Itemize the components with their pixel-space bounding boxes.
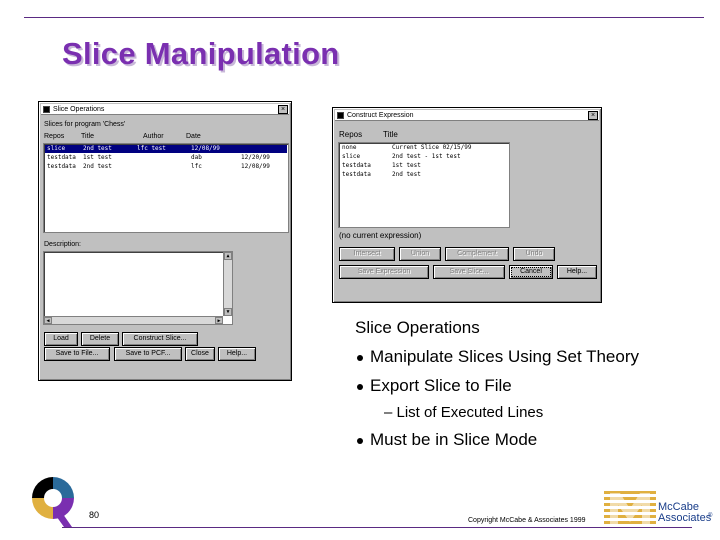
sub-bullet-item: – List of Executed Lines bbox=[384, 404, 544, 421]
bullet-dot bbox=[357, 355, 363, 361]
scroll-left-icon[interactable]: ◀ bbox=[44, 317, 52, 324]
description-label: Description: bbox=[44, 241, 81, 248]
list-item[interactable]: slice 2nd test - 1st test bbox=[340, 153, 508, 161]
close-button[interactable]: Close bbox=[185, 347, 215, 361]
brand-name-line2: Associates bbox=[658, 512, 712, 524]
slice-operations-window: Slice Operations × Slices for program 'C… bbox=[38, 101, 292, 381]
app-icon bbox=[43, 106, 50, 113]
bullets-heading: Slice Operations bbox=[355, 318, 480, 337]
description-vscrollbar[interactable]: ▲ ▼ bbox=[223, 252, 232, 316]
table-row[interactable]: slice 2nd test lfc test 12/08/99 bbox=[45, 145, 287, 153]
close-icon[interactable]: × bbox=[278, 105, 288, 114]
description-hscrollbar[interactable]: ◀ ▶ bbox=[44, 316, 223, 324]
construct-expression-title: Construct Expression bbox=[347, 112, 414, 119]
expression-status: (no current expression) bbox=[339, 231, 422, 240]
column-header-repos[interactable]: Repos bbox=[44, 133, 64, 140]
table-row[interactable]: testdata 1st test dab 12/20/99 bbox=[45, 154, 287, 162]
bottom-rule bbox=[62, 527, 692, 528]
table-row[interactable]: testdata 2nd test lfc 12/08/99 bbox=[45, 163, 287, 171]
column-header-title[interactable]: Title bbox=[81, 133, 94, 140]
mccabe-brand-logo: McCabe Associates ® bbox=[604, 489, 716, 529]
description-textarea[interactable]: ▲ ▼ ◀ ▶ bbox=[43, 251, 233, 325]
union-button[interactable]: Union bbox=[399, 247, 441, 261]
complement-button[interactable]: Complement bbox=[445, 247, 509, 261]
list-item[interactable]: none Current Slice 02/15/99 bbox=[340, 144, 508, 152]
bullet-item: Manipulate Slices Using Set Theory bbox=[370, 347, 639, 366]
save-to-file-button[interactable]: Save to File... bbox=[44, 347, 110, 361]
column-header-author[interactable]: Author bbox=[143, 133, 164, 140]
column-header-title[interactable]: Title bbox=[383, 130, 398, 139]
page-number: 80 bbox=[89, 510, 100, 520]
undo-button[interactable]: Undo bbox=[513, 247, 555, 261]
mccabe-q-logo-icon bbox=[28, 473, 78, 529]
intersect-button[interactable]: Intersect bbox=[339, 247, 395, 261]
mccabe-m-mark-icon bbox=[604, 491, 656, 524]
top-rule bbox=[24, 17, 704, 18]
bullet-item: Export Slice to File bbox=[370, 376, 512, 395]
save-expression-button[interactable]: Save Expression bbox=[339, 265, 429, 279]
registered-mark: ® bbox=[708, 513, 713, 519]
list-item[interactable]: testdata 2nd test bbox=[340, 171, 508, 179]
scroll-right-icon[interactable]: ▶ bbox=[215, 317, 223, 324]
copyright: Copyright McCabe & Associates 1999 bbox=[468, 517, 586, 524]
expression-slices-listbox[interactable]: none Current Slice 02/15/99 slice 2nd te… bbox=[338, 142, 510, 228]
help-button[interactable]: Help... bbox=[557, 265, 597, 279]
cancel-button[interactable]: Cancel bbox=[509, 265, 553, 279]
bullet-item: Must be in Slice Mode bbox=[370, 430, 538, 449]
slice-operations-title: Slice Operations bbox=[53, 106, 105, 113]
list-item[interactable]: testdata 1st test bbox=[340, 162, 508, 170]
construct-expression-window: Construct Expression × Repos Title none … bbox=[332, 107, 602, 303]
load-button[interactable]: Load bbox=[44, 332, 78, 346]
scroll-up-icon[interactable]: ▲ bbox=[224, 252, 232, 260]
construct-expression-titlebar[interactable]: Construct Expression × bbox=[335, 110, 599, 121]
bullet-dot bbox=[357, 384, 363, 390]
program-label: Slices for program 'Chess' bbox=[44, 121, 126, 128]
slice-operations-titlebar[interactable]: Slice Operations × bbox=[41, 104, 289, 115]
app-icon bbox=[337, 112, 344, 119]
close-icon[interactable]: × bbox=[588, 111, 598, 120]
slices-listbox[interactable]: slice 2nd test lfc test 12/08/99 testdat… bbox=[43, 143, 289, 233]
delete-button[interactable]: Delete bbox=[81, 332, 119, 346]
construct-slice-button[interactable]: Construct Slice... bbox=[122, 332, 198, 346]
bullet-dot bbox=[357, 438, 363, 444]
save-to-pcf-button[interactable]: Save to PCF... bbox=[114, 347, 182, 361]
column-header-date[interactable]: Date bbox=[186, 133, 201, 140]
scroll-down-icon[interactable]: ▼ bbox=[224, 308, 232, 316]
column-header-repos[interactable]: Repos bbox=[339, 130, 362, 139]
slide-title: Slice Manipulation bbox=[62, 36, 340, 71]
save-slice-button[interactable]: Save Slice... bbox=[433, 265, 505, 279]
help-button[interactable]: Help... bbox=[218, 347, 256, 361]
